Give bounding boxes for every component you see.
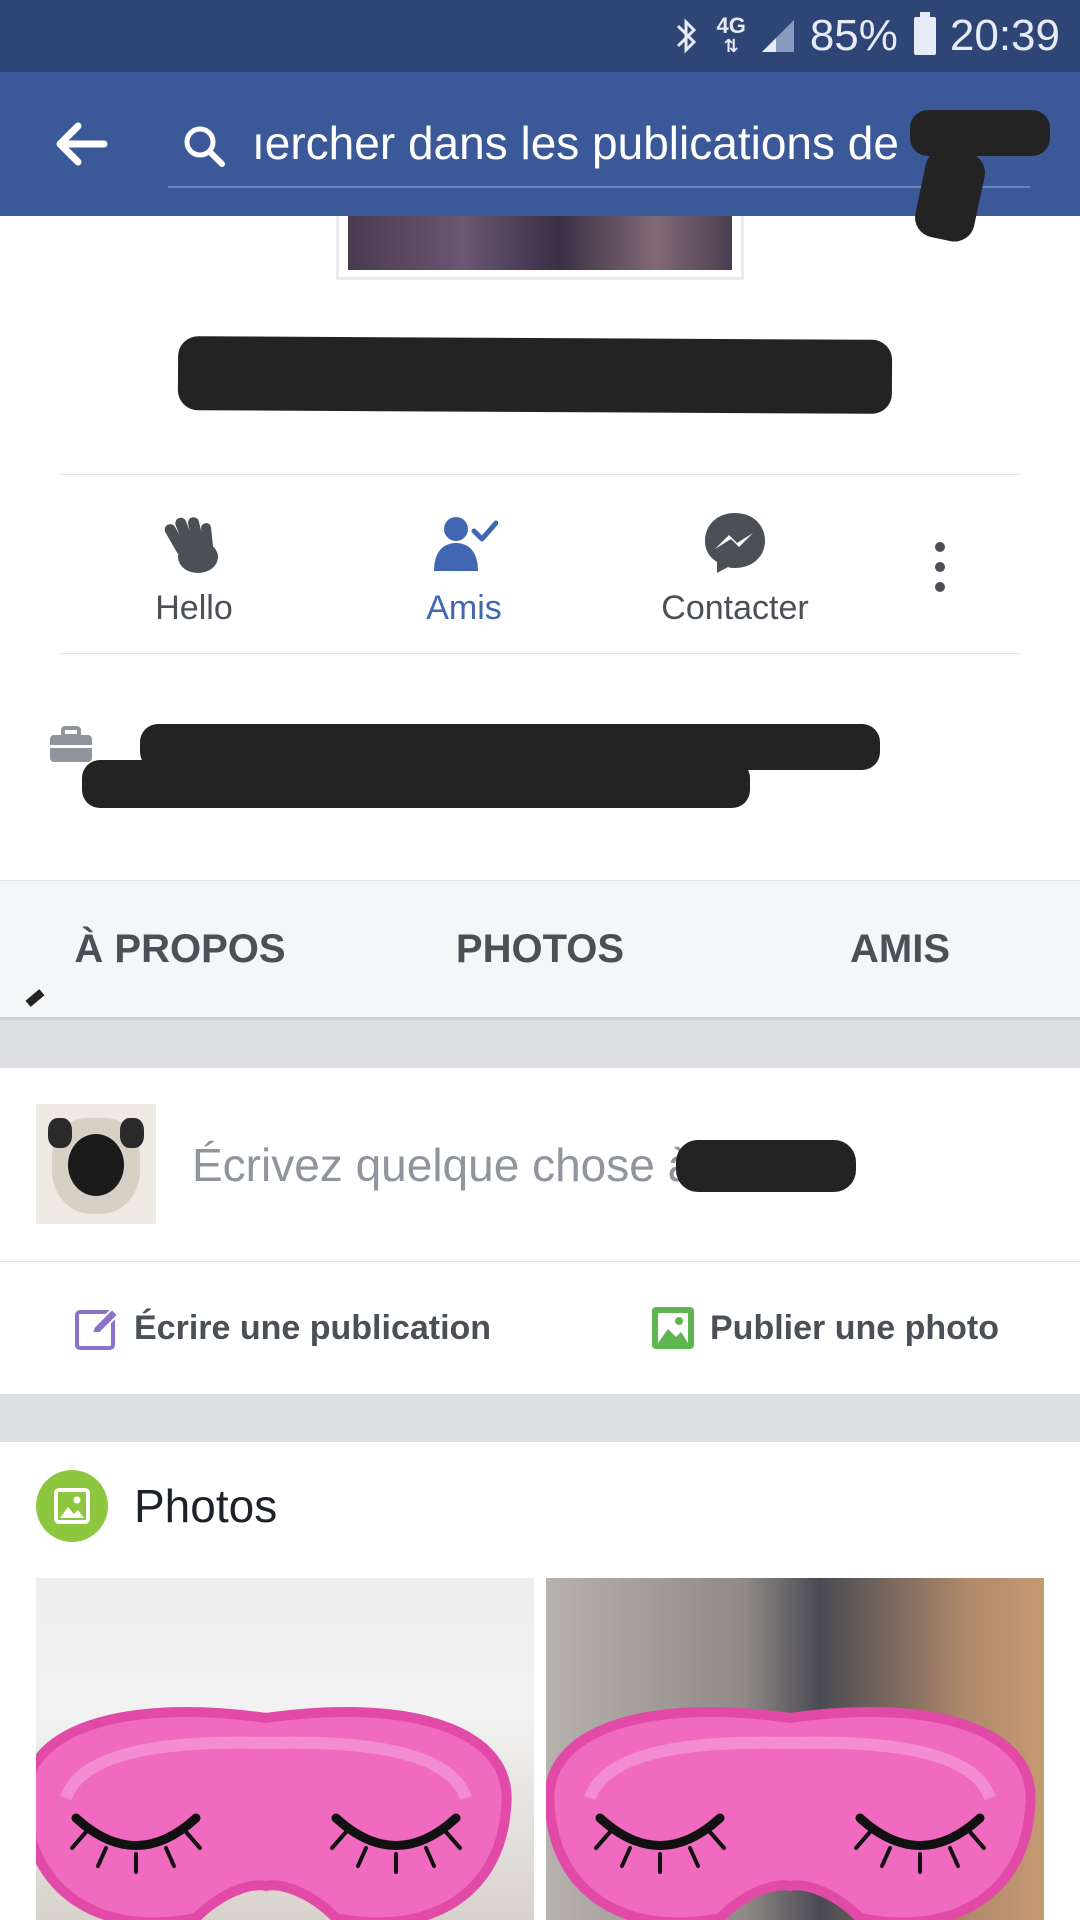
profile-name-redaction [177, 336, 893, 414]
more-vertical-icon[interactable] [920, 537, 960, 597]
redaction [910, 110, 1050, 156]
sleep-mask-sticker [546, 1707, 1036, 1920]
wave-hand-icon [164, 517, 218, 573]
messenger-icon [705, 513, 765, 573]
search-icon [184, 126, 225, 167]
friends-button[interactable]: Amis [344, 475, 584, 655]
composer-placeholder: Écrivez quelque chose à [192, 1139, 694, 1191]
photos-badge [36, 1470, 108, 1542]
composer[interactable]: Écrivez quelque chose à [0, 1068, 1080, 1262]
search-input[interactable]: ıercher dans les publications de [168, 102, 1030, 188]
profile-action-row: Hello Amis Contacter [60, 474, 1020, 654]
search-placeholder: ıercher dans les publications de [252, 117, 899, 169]
profile-tabs: À PROPOS PHOTOS AMIS [0, 880, 1080, 1020]
divider [0, 1020, 1080, 1068]
photo-thumbnail[interactable] [546, 1578, 1044, 1920]
arrow-left-icon[interactable] [52, 120, 108, 168]
divider [0, 1394, 1080, 1442]
photo-thumbnail[interactable] [36, 1578, 534, 1920]
friends-label: Amis [426, 589, 502, 627]
edit-icon [75, 1307, 120, 1350]
hello-button[interactable]: Hello [74, 475, 314, 655]
post-photo-button[interactable]: Publier une photo [650, 1302, 999, 1354]
contact-label: Contacter [661, 589, 809, 627]
hello-label: Hello [155, 589, 233, 627]
photos-section: Photos [0, 1442, 1080, 1920]
avatar [36, 1104, 156, 1224]
battery-icon [913, 12, 936, 55]
profile-photo-image [348, 216, 732, 270]
sleep-mask-sticker [36, 1707, 512, 1920]
clock: 20:39 [949, 11, 1060, 60]
photos-title: Photos [134, 1480, 278, 1532]
work-info-redaction [82, 760, 750, 808]
tab-friends[interactable]: AMIS [720, 881, 1080, 1018]
post-photo-label: Publier une photo [710, 1308, 999, 1347]
photos-header[interactable]: Photos [36, 1470, 277, 1542]
post-actions: Écrire une publication Publier une photo [0, 1262, 1080, 1394]
battery-percent: 85% [809, 11, 898, 60]
tab-about[interactable]: À PROPOS [0, 881, 360, 1018]
status-bar: 4G ⇅ 85% 20:39 [0, 0, 1080, 72]
tab-photos[interactable]: PHOTOS [360, 881, 720, 1018]
bluetooth-icon [672, 14, 702, 58]
photo-icon [652, 1307, 694, 1349]
profile-photo[interactable] [336, 216, 744, 280]
composer-name-redaction [676, 1140, 856, 1192]
briefcase-icon [50, 726, 92, 762]
write-post-label: Écrire une publication [134, 1308, 492, 1347]
write-post-button[interactable]: Écrire une publication [74, 1302, 491, 1354]
image-icon [54, 1488, 90, 1524]
network-4g-icon: 4G ⇅ [716, 13, 746, 57]
signal-icon [760, 18, 796, 54]
friend-check-icon [434, 517, 498, 571]
contact-button[interactable]: Contacter [615, 475, 855, 655]
network-type: 4G [716, 13, 746, 38]
